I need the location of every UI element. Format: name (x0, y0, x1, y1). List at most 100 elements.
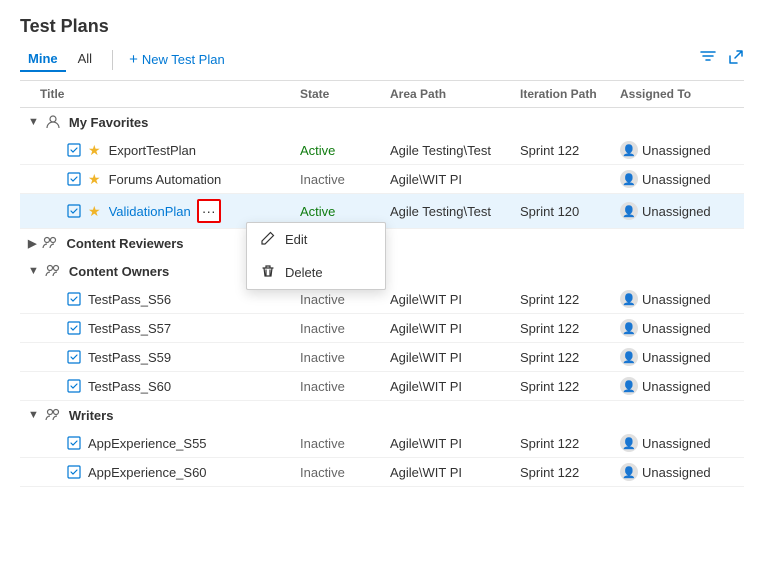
table-row-selected: ★ ValidationPlan ··· Active Agile Testin… (20, 194, 744, 229)
col-assigned: Assigned To (620, 87, 740, 101)
row-name: TestPass_S60 (88, 379, 171, 394)
assigned-avatar: 👤 (620, 348, 638, 366)
plus-icon: + (129, 51, 138, 68)
row-assigned: 👤 Unassigned (620, 348, 740, 366)
table-header: Title State Area Path Iteration Path Ass… (20, 81, 744, 108)
col-iteration: Iteration Path (520, 87, 620, 101)
tab-all[interactable]: All (70, 47, 100, 72)
assigned-avatar: 👤 (620, 141, 638, 159)
assigned-avatar: 👤 (620, 463, 638, 481)
section-my-favorites[interactable]: ▼ My Favorites (20, 108, 744, 136)
tab-mine[interactable]: Mine (20, 47, 66, 72)
row-state: Inactive (300, 350, 390, 365)
row-area: Agile\WIT PI (390, 172, 520, 187)
row-assigned: 👤 Unassigned (620, 377, 740, 395)
row-assigned: 👤 Unassigned (620, 290, 740, 308)
test-plan-icon (66, 320, 82, 336)
row-area: Agile Testing\Test (390, 204, 520, 219)
row-name: AppExperience_S55 (88, 436, 207, 451)
row-title: AppExperience_S55 (40, 435, 300, 451)
row-assigned: 👤 Unassigned (620, 434, 740, 452)
section-content-reviewers-label: Content Reviewers (66, 236, 183, 251)
assigned-avatar: 👤 (620, 202, 638, 220)
table-row: AppExperience_S60 Inactive Agile\WIT PI … (20, 458, 744, 487)
row-title: ★ ExportTestPlan (40, 142, 300, 159)
filter-icon[interactable] (700, 49, 716, 70)
row-name: TestPass_S56 (88, 292, 171, 307)
edit-label: Edit (285, 232, 307, 247)
ellipsis-button[interactable]: ··· (197, 199, 221, 223)
edit-icon (261, 231, 277, 248)
test-plan-icon (66, 171, 82, 187)
row-name: ExportTestPlan (109, 143, 196, 158)
owners-group-icon (45, 263, 61, 279)
row-area: Agile\WIT PI (390, 350, 520, 365)
delete-label: Delete (285, 265, 323, 280)
row-assigned: 👤 Unassigned (620, 463, 740, 481)
row-name-link[interactable]: ValidationPlan (109, 204, 191, 219)
context-menu-edit[interactable]: Edit (247, 223, 385, 256)
col-title: Title (40, 87, 300, 101)
row-iteration: Sprint 122 (520, 292, 620, 307)
test-plan-icon (66, 349, 82, 365)
row-assigned: 👤 Unassigned (620, 319, 740, 337)
expand-icon[interactable] (728, 49, 744, 70)
assigned-avatar: 👤 (620, 377, 638, 395)
row-name: TestPass_S57 (88, 321, 171, 336)
favorites-group-icon (45, 114, 61, 130)
new-test-plan-button[interactable]: + New Test Plan (121, 47, 233, 72)
table-row: ★ ExportTestPlan Active Agile Testing\Te… (20, 136, 744, 165)
row-state: Inactive (300, 379, 390, 394)
page-container: Test Plans Mine All + New Test Plan Titl… (0, 0, 764, 568)
row-area: Agile\WIT PI (390, 321, 520, 336)
row-area: Agile Testing\Test (390, 143, 520, 158)
row-title: TestPass_S60 (40, 378, 300, 394)
chevron-right-icon: ▶ (28, 237, 36, 250)
row-title: ★ ValidationPlan ··· (40, 199, 300, 223)
section-content-owners-label: Content Owners (69, 264, 169, 279)
table-row: ★ Forums Automation Inactive Agile\WIT P… (20, 165, 744, 194)
section-writers-label: Writers (69, 408, 114, 423)
row-title: TestPass_S59 (40, 349, 300, 365)
test-plan-icon (66, 464, 82, 480)
row-iteration: Sprint 122 (520, 143, 620, 158)
delete-icon (261, 264, 277, 281)
tab-divider (112, 50, 113, 70)
row-iteration: Sprint 122 (520, 379, 620, 394)
row-assigned: 👤 Unassigned (620, 202, 740, 220)
chevron-down-icon: ▼ (28, 265, 39, 277)
reviewers-group-icon (42, 235, 58, 251)
test-plan-icon (66, 203, 82, 219)
row-title: TestPass_S56 (40, 291, 300, 307)
row-state: Inactive (300, 172, 390, 187)
star-icon: ★ (88, 142, 101, 159)
table-body: ▼ My Favorites ★ ExportTestPlan Act (20, 108, 744, 568)
row-state: Inactive (300, 321, 390, 336)
row-iteration: Sprint 122 (520, 465, 620, 480)
row-area: Agile\WIT PI (390, 292, 520, 307)
assigned-avatar: 👤 (620, 170, 638, 188)
table-row: AppExperience_S55 Inactive Agile\WIT PI … (20, 429, 744, 458)
row-assigned: 👤 Unassigned (620, 170, 740, 188)
section-my-favorites-label: My Favorites (69, 115, 148, 130)
assigned-avatar: 👤 (620, 319, 638, 337)
chevron-down-icon: ▼ (28, 116, 39, 128)
test-plan-icon (66, 291, 82, 307)
row-name: Forums Automation (109, 172, 222, 187)
row-iteration: Sprint 122 (520, 321, 620, 336)
row-iteration: Sprint 122 (520, 436, 620, 451)
section-writers[interactable]: ▼ Writers (20, 401, 744, 429)
context-menu-delete[interactable]: Delete (247, 256, 385, 289)
row-state: Active (300, 204, 390, 219)
context-menu: Edit Delete (246, 222, 386, 290)
test-plan-icon (66, 142, 82, 158)
table-row: TestPass_S59 Inactive Agile\WIT PI Sprin… (20, 343, 744, 372)
row-state: Inactive (300, 292, 390, 307)
star-icon: ★ (88, 203, 101, 220)
chevron-down-icon: ▼ (28, 409, 39, 421)
table-row: TestPass_S57 Inactive Agile\WIT PI Sprin… (20, 314, 744, 343)
row-title: ★ Forums Automation (40, 171, 300, 188)
writers-group-icon (45, 407, 61, 423)
row-state: Active (300, 143, 390, 158)
assigned-avatar: 👤 (620, 290, 638, 308)
